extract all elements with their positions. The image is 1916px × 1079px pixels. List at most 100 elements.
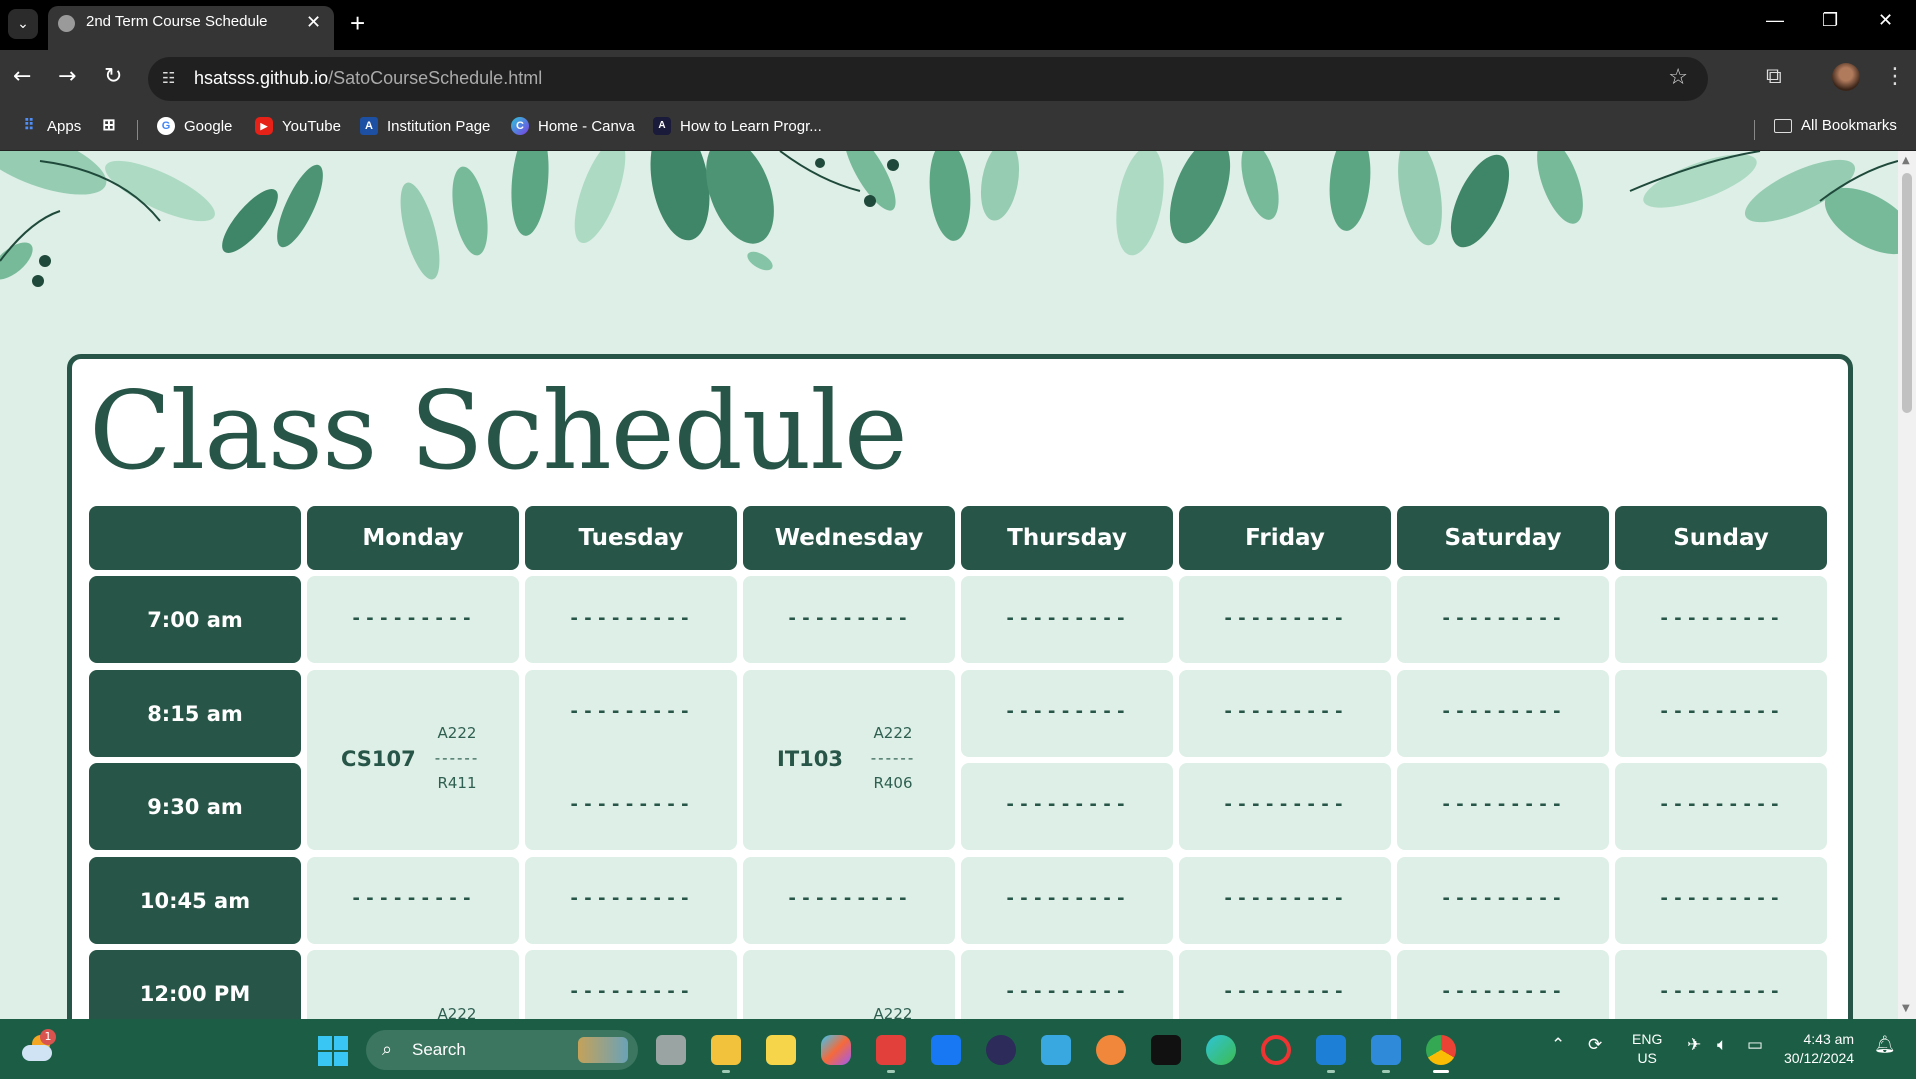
schedule-cell[interactable]: --------- (1615, 763, 1827, 850)
eclipse-icon[interactable] (986, 1035, 1016, 1065)
chrome-icon[interactable] (1426, 1035, 1456, 1065)
scroll-down-icon[interactable]: ▼ (1902, 1003, 1910, 1014)
taskbar-search[interactable]: ⌕ Search (366, 1030, 638, 1070)
schedule-cell[interactable]: --------- (1615, 576, 1827, 663)
schedule-card: Class Schedule Monday Tuesday Wednesday Thu… (67, 354, 1853, 1019)
schedule-cell[interactable]: --------- (961, 950, 1173, 1019)
tab-search-button[interactable]: ⌄ (8, 9, 38, 39)
restore-icon[interactable]: ❐ (1822, 10, 1838, 31)
schedule-cell[interactable]: --------- (525, 950, 737, 1019)
edge-icon[interactable] (1206, 1035, 1236, 1065)
schedule-cell[interactable]: --------- (743, 576, 955, 663)
schedule-cell[interactable]: --------- (1615, 950, 1827, 1019)
course-block-cs107[interactable]: CS107 A222 ------ R411 (307, 670, 519, 850)
site-info-icon[interactable]: ☷ (162, 69, 182, 89)
new-tab-button[interactable]: + (350, 8, 365, 39)
mail-icon[interactable] (1041, 1035, 1071, 1065)
windows-taskbar: 1 ⌕ Search ⌃ ⟳ ENG US ✈ 🔈︎ ▭ 4:43 am 30/… (0, 1019, 1916, 1079)
schedule-cell[interactable]: --------- (1397, 763, 1609, 850)
time-slot-label: 8:15 am (89, 670, 301, 757)
all-bookmarks[interactable]: All Bookmarks (1774, 117, 1897, 134)
copilot-icon[interactable] (821, 1035, 851, 1065)
forward-arrow-icon[interactable]: → (58, 64, 76, 89)
back-arrow-icon[interactable]: ← (13, 64, 31, 89)
schedule-cell[interactable]: --------- (1397, 857, 1609, 944)
weather-widget[interactable]: 1 (22, 1029, 56, 1063)
app-orange-icon[interactable] (1096, 1035, 1126, 1065)
schedule-cell[interactable]: --------- --------- (525, 670, 737, 850)
address-bar[interactable]: ☷ hsatsss.github.io/SatoCourseSchedule.h… (148, 57, 1708, 101)
paint-icon[interactable] (1371, 1035, 1401, 1065)
schedule-cell[interactable]: --------- (1397, 576, 1609, 663)
bookmark-google[interactable]: G Google (157, 117, 232, 135)
airplane-mode-icon[interactable]: ✈ (1687, 1035, 1701, 1055)
url-text[interactable]: hsatsss.github.io/SatoCourseSchedule.htm… (194, 68, 542, 89)
browser-toolbar: ← → ↻ ☷ hsatsss.github.io/SatoCourseSche… (0, 50, 1916, 108)
system-clock[interactable]: 4:43 am 30/12/2024 (1784, 1030, 1854, 1068)
schedule-cell[interactable]: --------- (961, 576, 1173, 663)
schedule-cell[interactable]: --------- (1397, 950, 1609, 1019)
bookmark-canva[interactable]: C Home - Canva (511, 117, 635, 135)
reload-icon[interactable]: ↻ (104, 64, 122, 89)
sync-icon[interactable]: ⟳ (1588, 1035, 1602, 1055)
schedule-cell[interactable]: --------- (1179, 857, 1391, 944)
opera-icon[interactable] (1261, 1035, 1291, 1065)
schedule-cell[interactable]: --------- (525, 857, 737, 944)
intellij-icon[interactable] (1151, 1035, 1181, 1065)
time-slot-label: 12:00 PM (89, 950, 301, 1019)
notifications-bell-icon[interactable]: 🔔︎ (1874, 1035, 1896, 1055)
canva-icon: C (511, 117, 529, 135)
schedule-cell[interactable]: --------- (1397, 670, 1609, 757)
course-block-it103[interactable]: IT103 A222 ------ R406 (743, 670, 955, 850)
schedule-cell[interactable]: A222 (307, 950, 519, 1019)
bookmark-youtube[interactable]: ▶ YouTube (255, 117, 341, 135)
browser-menu-icon[interactable]: ⋮ (1884, 64, 1906, 89)
search-icon: ⌕ (382, 1039, 393, 1060)
schedule-cell[interactable]: --------- (1615, 670, 1827, 757)
vscode-icon[interactable] (1316, 1035, 1346, 1065)
schedule-cell[interactable]: --------- (525, 576, 737, 663)
bookmark-label: YouTube (282, 117, 341, 135)
task-view-icon[interactable] (656, 1035, 686, 1065)
schedule-cell[interactable]: --------- (1179, 576, 1391, 663)
bookmark-learn-programming[interactable]: A How to Learn Progr... (653, 117, 822, 135)
bookmark-apps[interactable]: ⠿ Apps (20, 117, 82, 135)
facebook-icon[interactable] (931, 1035, 961, 1065)
schedule-cell[interactable]: --------- (307, 857, 519, 944)
url-path: /SatoCourseSchedule.html (328, 68, 543, 88)
scroll-up-icon[interactable]: ▲ (1902, 155, 1910, 166)
window-close-icon[interactable]: ✕ (1878, 10, 1893, 31)
schedule-cell[interactable]: --------- (961, 763, 1173, 850)
extensions-puzzle-icon[interactable]: ⧉ (1766, 64, 1782, 89)
empty-slot-marker: --------- (568, 794, 694, 815)
start-button[interactable] (318, 1036, 348, 1066)
schedule-cell[interactable]: --------- (1615, 857, 1827, 944)
file-explorer-icon[interactable] (711, 1035, 741, 1065)
schedule-cell[interactable]: --------- (743, 857, 955, 944)
day-header-monday: Monday (307, 506, 519, 570)
wps-office-icon[interactable] (876, 1035, 906, 1065)
minimize-icon[interactable]: — (1766, 10, 1784, 31)
all-bookmarks-label: All Bookmarks (1801, 117, 1897, 134)
bookmark-star-icon[interactable]: ☆ (1668, 65, 1688, 90)
sticky-notes-icon[interactable] (766, 1035, 796, 1065)
empty-slot-marker: --------- (350, 608, 476, 629)
profile-avatar[interactable] (1832, 63, 1860, 91)
schedule-cell[interactable]: --------- (1179, 950, 1391, 1019)
show-hidden-icons-icon[interactable]: ⌃ (1551, 1035, 1565, 1055)
scroll-thumb[interactable] (1902, 173, 1912, 413)
bookmark-institution[interactable]: A Institution Page (360, 117, 490, 135)
language-indicator[interactable]: ENG US (1632, 1030, 1662, 1068)
page-scrollbar[interactable]: ▲ ▼ (1898, 151, 1916, 1019)
battery-icon[interactable]: ▭ (1747, 1035, 1763, 1055)
schedule-cell[interactable]: --------- (1179, 763, 1391, 850)
schedule-cell[interactable]: --------- (307, 576, 519, 663)
volume-icon[interactable]: 🔈︎ (1717, 1035, 1727, 1055)
schedule-cell[interactable]: --------- (961, 857, 1173, 944)
url-host: hsatsss.github.io (194, 68, 329, 88)
schedule-cell[interactable]: A222 (743, 950, 955, 1019)
schedule-cell[interactable]: --------- (961, 670, 1173, 757)
bookmark-tab-groups[interactable]: ⊞ (100, 117, 127, 135)
tab-close-icon[interactable]: ✕ (306, 12, 321, 33)
schedule-cell[interactable]: --------- (1179, 670, 1391, 757)
